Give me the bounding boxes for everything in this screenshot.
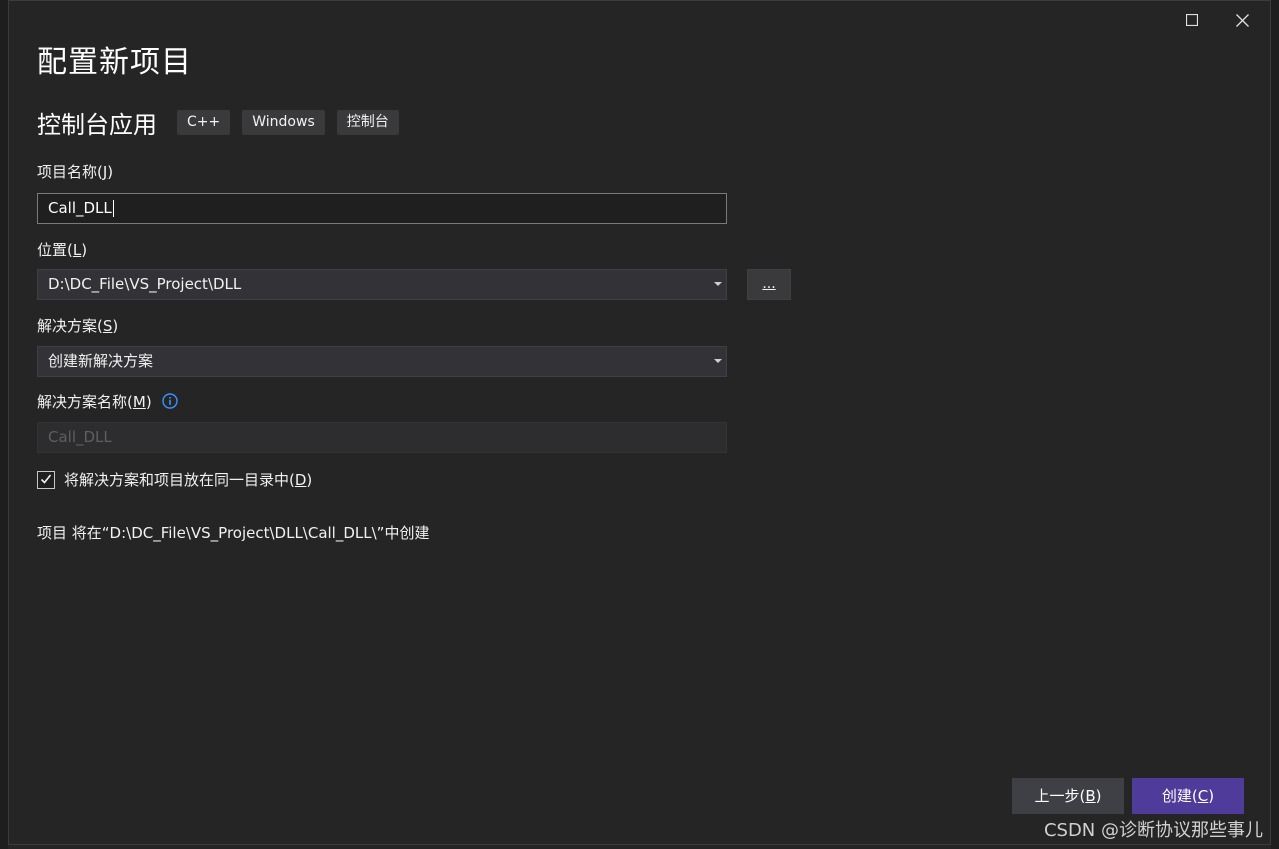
solution-label: 解决方案(S) xyxy=(37,315,118,336)
solution-dropdown[interactable]: 创建新解决方案 xyxy=(37,346,727,377)
same-directory-checkbox[interactable] xyxy=(37,470,55,489)
text-caret xyxy=(112,200,114,217)
info-icon[interactable] xyxy=(162,392,179,413)
check-icon xyxy=(40,470,52,489)
solution-name-input: Call_DLL xyxy=(37,422,727,453)
back-accel: B xyxy=(1085,787,1096,805)
background-ide-right xyxy=(1271,0,1279,849)
maximize-button[interactable] xyxy=(1176,7,1208,33)
solution-label-end: ) xyxy=(112,317,119,335)
background-ide-left xyxy=(0,0,8,849)
solution-name-accel: M xyxy=(132,393,146,411)
location-accel: L xyxy=(72,241,82,259)
create-button[interactable]: 创建(C) xyxy=(1132,778,1244,814)
solution-name-label: 解决方案名称(M) xyxy=(37,391,179,413)
back-button[interactable]: 上一步(B) xyxy=(1012,778,1124,814)
same-directory-accel: D xyxy=(294,471,307,489)
create-label: 创建( xyxy=(1161,787,1198,805)
close-icon xyxy=(1235,13,1249,27)
solution-name-label-end: ) xyxy=(145,393,152,411)
same-directory-label-end: ) xyxy=(306,471,313,489)
chevron-down-icon[interactable] xyxy=(714,359,722,363)
solution-label-text: 解决方案( xyxy=(37,317,103,335)
template-name: 控制台应用 xyxy=(37,111,157,139)
location-value: D:\DC_File\VS_Project\DLL xyxy=(48,275,242,293)
tag-language: C++ xyxy=(177,110,231,135)
chevron-down-icon[interactable] xyxy=(714,282,722,286)
location-label: 位置(L) xyxy=(37,239,87,260)
project-name-label-end: ) xyxy=(107,163,114,181)
solution-value: 创建新解决方案 xyxy=(48,352,154,370)
maximize-icon xyxy=(1186,14,1198,26)
window-controls xyxy=(1176,7,1258,33)
solution-name-label-text: 解决方案名称( xyxy=(37,393,133,411)
browse-label: ... xyxy=(762,276,776,292)
configure-project-dialog: 配置新项目 控制台应用 C++ Windows 控制台 项目名称(J) Call… xyxy=(8,0,1271,845)
watermark: CSDN @诊断协议那些事儿 xyxy=(1043,820,1263,841)
same-directory-label[interactable]: 将解决方案和项目放在同一目录中(D) xyxy=(64,469,312,490)
tag-project-type: 控制台 xyxy=(336,110,399,135)
solution-accel: S xyxy=(102,317,113,335)
project-name-label-text: 项目名称( xyxy=(37,163,103,181)
template-row: 控制台应用 C++ Windows 控制台 xyxy=(37,105,411,140)
browse-button[interactable]: ... xyxy=(747,269,791,300)
location-label-end: ) xyxy=(81,241,88,259)
project-name-input[interactable]: Call_DLL xyxy=(37,193,727,224)
solution-name-value: Call_DLL xyxy=(48,428,112,446)
create-label-end: ) xyxy=(1208,787,1215,805)
back-label: 上一步( xyxy=(1034,787,1086,805)
tag-platform: Windows xyxy=(242,110,325,135)
back-label-end: ) xyxy=(1095,787,1102,805)
location-label-text: 位置( xyxy=(37,241,73,259)
project-name-label: 项目名称(J) xyxy=(37,161,113,182)
creation-path-note: 项目 将在“D:\DC_File\VS_Project\DLL\Call_DLL… xyxy=(37,524,430,542)
same-directory-option: 将解决方案和项目放在同一目录中(D) xyxy=(37,469,312,490)
close-button[interactable] xyxy=(1226,7,1258,33)
dialog-title: 配置新项目 xyxy=(37,45,192,80)
create-accel: C xyxy=(1197,787,1209,805)
same-directory-label-text: 将解决方案和项目放在同一目录中( xyxy=(64,471,295,489)
project-name-value: Call_DLL xyxy=(48,199,112,217)
screen: 配置新项目 控制台应用 C++ Windows 控制台 项目名称(J) Call… xyxy=(0,0,1279,849)
location-combobox[interactable]: D:\DC_File\VS_Project\DLL xyxy=(37,269,727,300)
